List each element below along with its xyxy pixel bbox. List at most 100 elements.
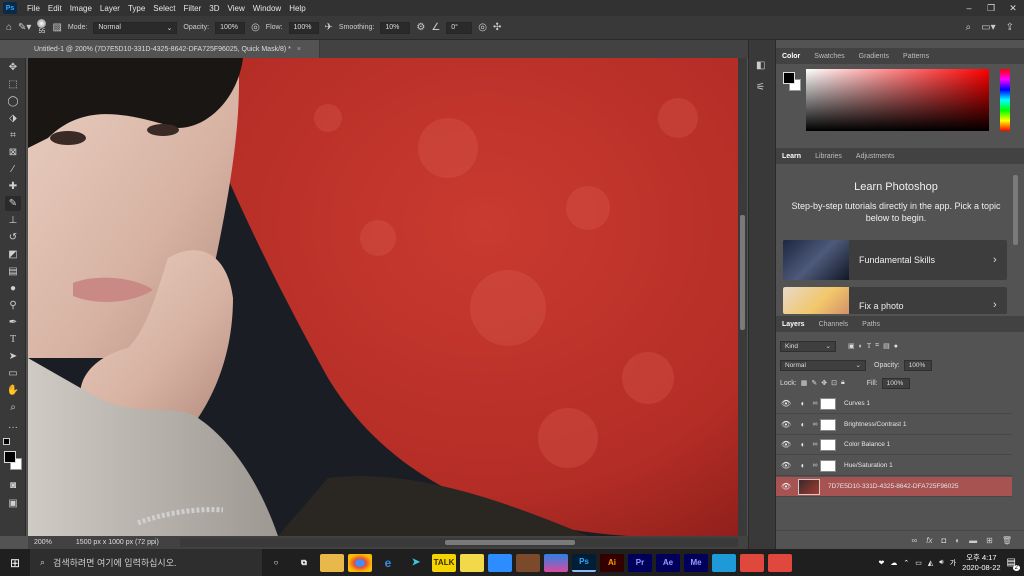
eye-icon[interactable]: 👁︎ (776, 440, 796, 449)
new-adjustment-icon[interactable]: ◐ (955, 536, 960, 545)
fx-icon[interactable]: fx (926, 536, 932, 545)
eyedropper-tool-icon[interactable]: ⁄ (5, 162, 21, 177)
file-explorer-icon[interactable] (320, 553, 344, 572)
learn-card-fundamental-skills[interactable]: Fundamental Skills › (783, 240, 1007, 280)
filter-shape-icon[interactable]: ⌗ (875, 342, 879, 350)
media-encoder-taskbar-icon[interactable]: Me (684, 553, 708, 572)
link-layers-icon[interactable]: ∞ (912, 536, 918, 545)
history-brush-tool-icon[interactable]: ↺ (5, 230, 21, 245)
lock-transparent-icon[interactable]: ▦ (801, 379, 808, 387)
menu-type[interactable]: Type (124, 4, 149, 13)
tab-patterns[interactable]: Patterns (903, 53, 929, 60)
creative-cloud-icon[interactable] (544, 553, 568, 572)
eye-icon[interactable]: 👁︎ (776, 420, 796, 429)
layer-mask-thumbnail[interactable] (820, 438, 836, 451)
chevron-up-icon[interactable]: ⌃ (903, 559, 909, 567)
menu-file[interactable]: File (23, 4, 44, 13)
tab-channels[interactable]: Channels (819, 321, 849, 328)
ime-icon[interactable]: 가 (950, 558, 956, 568)
default-colors-icon[interactable] (3, 438, 10, 445)
app-icon[interactable] (740, 553, 764, 572)
eye-icon[interactable]: 👁︎ (776, 399, 796, 408)
zoom-tool-icon[interactable]: ⌕ (5, 400, 21, 415)
network-icon[interactable]: ◭ (928, 559, 933, 567)
properties-panel-icon[interactable]: ⚟ (756, 82, 765, 93)
menu-edit[interactable]: Edit (44, 4, 66, 13)
tray-app-icon[interactable]: ☁ (890, 559, 897, 567)
brush-tool-icon[interactable]: ✎▾ (18, 22, 31, 33)
lock-all-icon[interactable]: 🔒︎ (841, 379, 845, 387)
layer-row[interactable]: 👁︎ ◐ ∞ Hue/Saturation 1 (776, 456, 1012, 476)
trash-icon[interactable]: 🗑︎ (1002, 536, 1012, 545)
task-view-icon[interactable]: ⧉ (292, 554, 316, 572)
foreground-color-swatch[interactable] (4, 451, 16, 463)
app-icon[interactable] (516, 553, 540, 572)
brush-preset-picker[interactable]: 55 (37, 19, 47, 36)
lock-position-icon[interactable]: ✥ (821, 379, 827, 387)
menu-help[interactable]: Help (285, 4, 309, 13)
filter-smart-object-icon[interactable]: ▤ (883, 342, 890, 350)
tab-swatches[interactable]: Swatches (814, 53, 844, 60)
quick-mask-icon[interactable]: ◙ (5, 478, 21, 493)
tray-app-icon[interactable]: ❤ (879, 559, 885, 567)
share-icon[interactable]: ⇪ (1006, 22, 1014, 33)
layer-row-selected[interactable]: 👁︎ 7D7E5D10-331D-4325-8642-DFA725F96025 (776, 477, 1012, 497)
kakaotalk-icon[interactable]: TALK (432, 553, 456, 572)
brush-settings-icon[interactable]: ▨ (52, 22, 61, 33)
more-tools-icon[interactable]: ··· (5, 420, 21, 435)
home-icon[interactable]: ⌂ (6, 22, 12, 33)
dodge-tool-icon[interactable]: ⚲ (5, 298, 21, 313)
menu-layer[interactable]: Layer (96, 4, 124, 13)
battery-icon[interactable]: ▭ (915, 559, 922, 567)
vertical-scroll-thumb[interactable] (740, 215, 745, 330)
tab-layers[interactable]: Layers (782, 321, 805, 328)
menu-3d[interactable]: 3D (205, 4, 223, 13)
angle-field[interactable]: 0° (446, 21, 473, 34)
zoom-level[interactable]: 200% (34, 539, 52, 546)
type-tool-icon[interactable]: T (5, 332, 21, 347)
bird-app-icon[interactable]: ➤ (404, 554, 428, 572)
tab-learn[interactable]: Learn (782, 153, 801, 160)
symmetry-icon[interactable]: ✣ (493, 22, 501, 33)
document-tab[interactable]: Untitled-1 @ 200% (7D7E5D10-331D-4325-86… (28, 40, 320, 58)
layer-mask-thumbnail[interactable] (820, 459, 836, 472)
airbrush-icon[interactable]: ✈ (325, 22, 333, 33)
cortana-icon[interactable]: ○ (264, 554, 288, 572)
gradient-tool-icon[interactable]: ▤ (5, 264, 21, 279)
link-icon[interactable]: ∞ (810, 462, 820, 469)
flow-field[interactable]: 100% (288, 21, 319, 34)
brush-tool-icon-active[interactable]: ✎ (5, 196, 21, 211)
restore-button[interactable]: ❐ (980, 3, 1002, 14)
hand-tool-icon[interactable]: ✋ (5, 383, 21, 398)
crop-tool-icon[interactable]: ⌗ (5, 128, 21, 143)
notifications-icon[interactable]: ▤ 2 (1007, 557, 1020, 571)
color-picker-field[interactable] (806, 69, 989, 131)
smoothing-field[interactable]: 10% (380, 21, 411, 34)
windows-start-icon[interactable]: ⊞ (0, 556, 30, 570)
kind-filter-select[interactable]: Kind ⌄ (780, 340, 836, 352)
eraser-tool-icon[interactable]: ◩ (5, 247, 21, 262)
blur-tool-icon[interactable]: ● (5, 281, 21, 296)
workspace-icon[interactable]: ▭▾ (981, 22, 995, 33)
filter-type-icon[interactable]: T (867, 342, 871, 350)
link-icon[interactable]: ∞ (810, 400, 820, 407)
close-tab-icon[interactable]: × (297, 46, 301, 53)
tab-gradients[interactable]: Gradients (859, 53, 889, 60)
lock-pixels-icon[interactable]: ✎ (811, 379, 817, 387)
new-layer-icon[interactable]: ⊞ (986, 536, 993, 545)
history-panel-icon[interactable]: ◧ (756, 60, 765, 71)
clock[interactable]: 오후 4:17 2020-08-22 (962, 553, 1000, 573)
volume-icon[interactable]: 🔊︎ (939, 559, 943, 567)
tab-color[interactable]: Color (782, 53, 800, 60)
learn-scroll-thumb[interactable] (1013, 175, 1018, 245)
layer-mask-thumbnail[interactable] (820, 418, 836, 431)
tab-adjustments[interactable]: Adjustments (856, 153, 895, 160)
tab-paths[interactable]: Paths (862, 321, 880, 328)
layer-row[interactable]: 👁︎ ◐ ∞ Curves 1 (776, 394, 1012, 414)
layer-opacity-field[interactable]: 100% (903, 359, 932, 371)
search-icon[interactable]: ⌕ (966, 22, 972, 33)
link-icon[interactable]: ∞ (810, 421, 820, 428)
premiere-taskbar-icon[interactable]: Pr (628, 553, 652, 572)
pen-tool-icon[interactable]: ✒ (5, 315, 21, 330)
new-group-icon[interactable]: ▬ (969, 536, 977, 545)
